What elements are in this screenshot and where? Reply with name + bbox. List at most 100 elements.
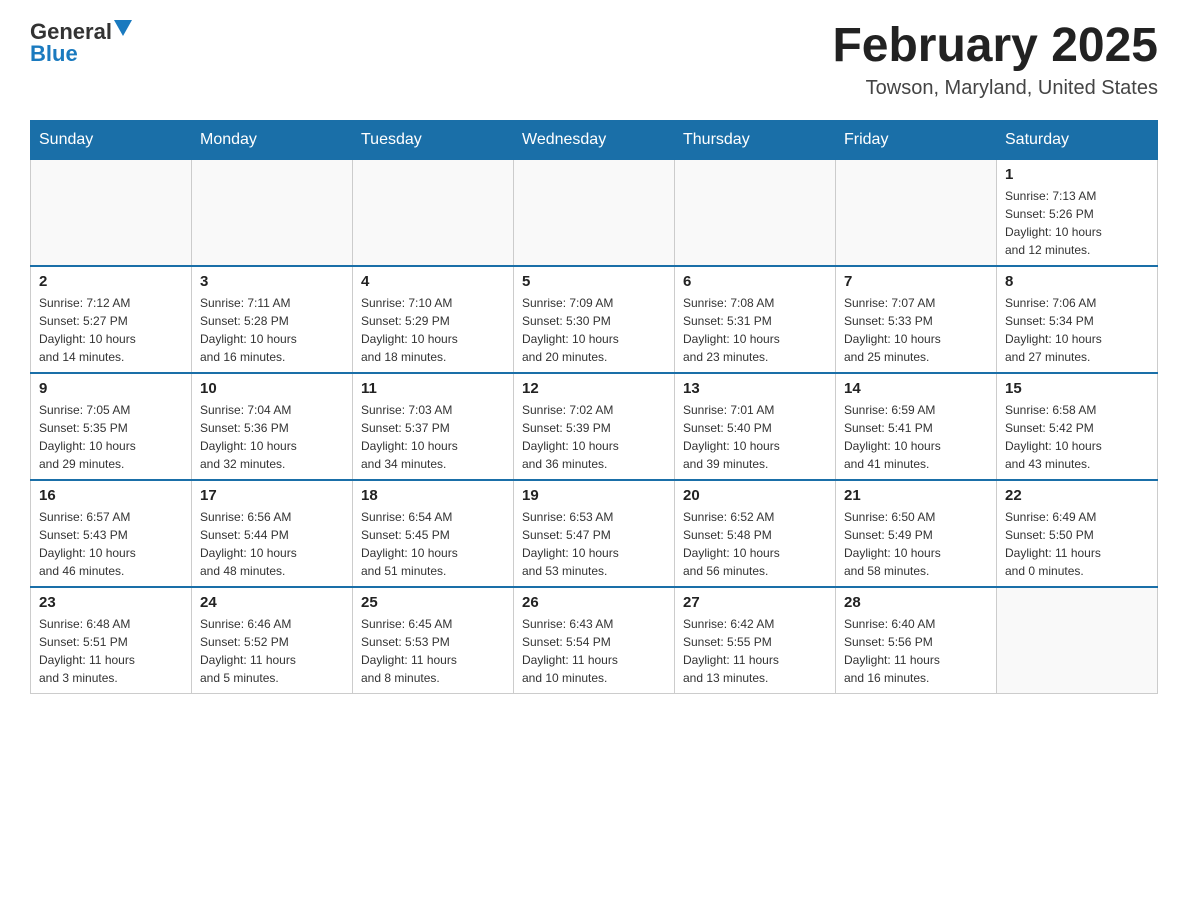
calendar-cell: 25 Sunrise: 6:45 AM Sunset: 5:53 PM Dayli… — [353, 587, 514, 694]
calendar-cell: 2 Sunrise: 7:12 AM Sunset: 5:27 PM Daylig… — [31, 266, 192, 373]
day-info: Sunrise: 7:02 AM Sunset: 5:39 PM Dayligh… — [522, 401, 666, 473]
calendar-header-tuesday: Tuesday — [353, 120, 514, 159]
calendar-cell — [353, 159, 514, 266]
day-number: 16 — [39, 487, 183, 504]
calendar-header-thursday: Thursday — [675, 120, 836, 159]
calendar-cell: 18 Sunrise: 6:54 AM Sunset: 5:45 PM Dayli… — [353, 480, 514, 587]
day-info: Sunrise: 6:56 AM Sunset: 5:44 PM Dayligh… — [200, 508, 344, 580]
day-number: 26 — [522, 594, 666, 611]
title-block: February 2025 Towson, Maryland, United S… — [832, 20, 1158, 100]
day-number: 6 — [683, 273, 827, 290]
day-number: 22 — [1005, 487, 1149, 504]
day-info: Sunrise: 7:09 AM Sunset: 5:30 PM Dayligh… — [522, 294, 666, 366]
day-info: Sunrise: 6:48 AM Sunset: 5:51 PM Dayligh… — [39, 615, 183, 687]
day-number: 9 — [39, 380, 183, 397]
calendar-header-sunday: Sunday — [31, 120, 192, 159]
day-number: 23 — [39, 594, 183, 611]
day-info: Sunrise: 7:08 AM Sunset: 5:31 PM Dayligh… — [683, 294, 827, 366]
day-number: 11 — [361, 380, 505, 397]
calendar-cell: 7 Sunrise: 7:07 AM Sunset: 5:33 PM Daylig… — [836, 266, 997, 373]
day-info: Sunrise: 6:40 AM Sunset: 5:56 PM Dayligh… — [844, 615, 988, 687]
calendar-cell: 16Sunrise: 6:57 AM Sunset: 5:43 PM Dayli… — [31, 480, 192, 587]
calendar-cell — [675, 159, 836, 266]
day-info: Sunrise: 7:05 AM Sunset: 5:35 PM Dayligh… — [39, 401, 183, 473]
calendar-cell — [514, 159, 675, 266]
day-number: 27 — [683, 594, 827, 611]
day-number: 18 — [361, 487, 505, 504]
calendar-cell: 21 Sunrise: 6:50 AM Sunset: 5:49 PM Dayli… — [836, 480, 997, 587]
day-info: Sunrise: 6:50 AM Sunset: 5:49 PM Dayligh… — [844, 508, 988, 580]
calendar-header-monday: Monday — [192, 120, 353, 159]
logo-blue-text: Blue — [30, 43, 78, 65]
calendar-week-row: 2 Sunrise: 7:12 AM Sunset: 5:27 PM Daylig… — [31, 266, 1158, 373]
calendar-cell: 24 Sunrise: 6:46 AM Sunset: 5:52 PM Dayli… — [192, 587, 353, 694]
calendar-week-row: 23 Sunrise: 6:48 AM Sunset: 5:51 PM Dayli… — [31, 587, 1158, 694]
calendar-cell — [31, 159, 192, 266]
day-info: Sunrise: 7:06 AM Sunset: 5:34 PM Dayligh… — [1005, 294, 1149, 366]
calendar-cell: 17 Sunrise: 6:56 AM Sunset: 5:44 PM Dayli… — [192, 480, 353, 587]
day-number: 21 — [844, 487, 988, 504]
day-info: Sunrise: 7:01 AM Sunset: 5:40 PM Dayligh… — [683, 401, 827, 473]
calendar-cell: 6 Sunrise: 7:08 AM Sunset: 5:31 PM Daylig… — [675, 266, 836, 373]
day-number: 15 — [1005, 380, 1149, 397]
calendar-cell: 12 Sunrise: 7:02 AM Sunset: 5:39 PM Dayli… — [514, 373, 675, 480]
calendar-header-saturday: Saturday — [997, 120, 1158, 159]
calendar-header-row: SundayMondayTuesdayWednesdayThursdayFrid… — [31, 120, 1158, 159]
day-info: Sunrise: 6:54 AM Sunset: 5:45 PM Dayligh… — [361, 508, 505, 580]
day-number: 19 — [522, 487, 666, 504]
location-text: Towson, Maryland, United States — [832, 77, 1158, 100]
calendar-cell: 26Sunrise: 6:43 AM Sunset: 5:54 PM Dayli… — [514, 587, 675, 694]
calendar-cell — [192, 159, 353, 266]
day-number: 25 — [361, 594, 505, 611]
day-number: 2 — [39, 273, 183, 290]
calendar-cell: 28 Sunrise: 6:40 AM Sunset: 5:56 PM Dayli… — [836, 587, 997, 694]
day-info: Sunrise: 6:42 AM Sunset: 5:55 PM Dayligh… — [683, 615, 827, 687]
day-info: Sunrise: 7:12 AM Sunset: 5:27 PM Dayligh… — [39, 294, 183, 366]
day-info: Sunrise: 7:10 AM Sunset: 5:29 PM Dayligh… — [361, 294, 505, 366]
day-number: 14 — [844, 380, 988, 397]
page-header: General Blue February 2025 Towson, Maryl… — [30, 20, 1158, 100]
day-number: 24 — [200, 594, 344, 611]
calendar-cell: 1 Sunrise: 7:13 AM Sunset: 5:26 PM Daylig… — [997, 159, 1158, 266]
calendar-table: SundayMondayTuesdayWednesdayThursdayFrid… — [30, 120, 1158, 694]
calendar-cell: 14 Sunrise: 6:59 AM Sunset: 5:41 PM Dayli… — [836, 373, 997, 480]
day-info: Sunrise: 7:07 AM Sunset: 5:33 PM Dayligh… — [844, 294, 988, 366]
calendar-cell: 3Sunrise: 7:11 AM Sunset: 5:28 PM Daylig… — [192, 266, 353, 373]
day-info: Sunrise: 6:49 AM Sunset: 5:50 PM Dayligh… — [1005, 508, 1149, 580]
day-number: 8 — [1005, 273, 1149, 290]
calendar-cell: 8 Sunrise: 7:06 AM Sunset: 5:34 PM Daylig… — [997, 266, 1158, 373]
day-info: Sunrise: 7:04 AM Sunset: 5:36 PM Dayligh… — [200, 401, 344, 473]
day-number: 7 — [844, 273, 988, 290]
day-number: 28 — [844, 594, 988, 611]
calendar-cell: 10Sunrise: 7:04 AM Sunset: 5:36 PM Dayli… — [192, 373, 353, 480]
day-number: 12 — [522, 380, 666, 397]
day-info: Sunrise: 7:13 AM Sunset: 5:26 PM Dayligh… — [1005, 187, 1149, 259]
month-title: February 2025 — [832, 20, 1158, 73]
calendar-header-friday: Friday — [836, 120, 997, 159]
calendar-cell — [997, 587, 1158, 694]
day-info: Sunrise: 6:59 AM Sunset: 5:41 PM Dayligh… — [844, 401, 988, 473]
day-number: 3 — [200, 273, 344, 290]
calendar-cell: 5 Sunrise: 7:09 AM Sunset: 5:30 PM Daylig… — [514, 266, 675, 373]
day-number: 17 — [200, 487, 344, 504]
day-info: Sunrise: 6:52 AM Sunset: 5:48 PM Dayligh… — [683, 508, 827, 580]
calendar-week-row: 1 Sunrise: 7:13 AM Sunset: 5:26 PM Daylig… — [31, 159, 1158, 266]
day-number: 1 — [1005, 166, 1149, 183]
day-number: 5 — [522, 273, 666, 290]
calendar-cell: 22 Sunrise: 6:49 AM Sunset: 5:50 PM Dayli… — [997, 480, 1158, 587]
logo-arrow-icon — [114, 20, 132, 38]
calendar-cell: 11Sunrise: 7:03 AM Sunset: 5:37 PM Dayli… — [353, 373, 514, 480]
day-number: 20 — [683, 487, 827, 504]
calendar-cell: 4 Sunrise: 7:10 AM Sunset: 5:29 PM Daylig… — [353, 266, 514, 373]
calendar-cell: 9 Sunrise: 7:05 AM Sunset: 5:35 PM Daylig… — [31, 373, 192, 480]
calendar-cell: 20 Sunrise: 6:52 AM Sunset: 5:48 PM Dayli… — [675, 480, 836, 587]
calendar-cell — [836, 159, 997, 266]
day-number: 13 — [683, 380, 827, 397]
day-info: Sunrise: 6:46 AM Sunset: 5:52 PM Dayligh… — [200, 615, 344, 687]
logo-general-text: General — [30, 21, 112, 43]
calendar-cell: 23 Sunrise: 6:48 AM Sunset: 5:51 PM Dayli… — [31, 587, 192, 694]
calendar-cell: 27 Sunrise: 6:42 AM Sunset: 5:55 PM Dayli… — [675, 587, 836, 694]
logo: General Blue — [30, 20, 132, 65]
day-info: Sunrise: 6:45 AM Sunset: 5:53 PM Dayligh… — [361, 615, 505, 687]
day-number: 4 — [361, 273, 505, 290]
